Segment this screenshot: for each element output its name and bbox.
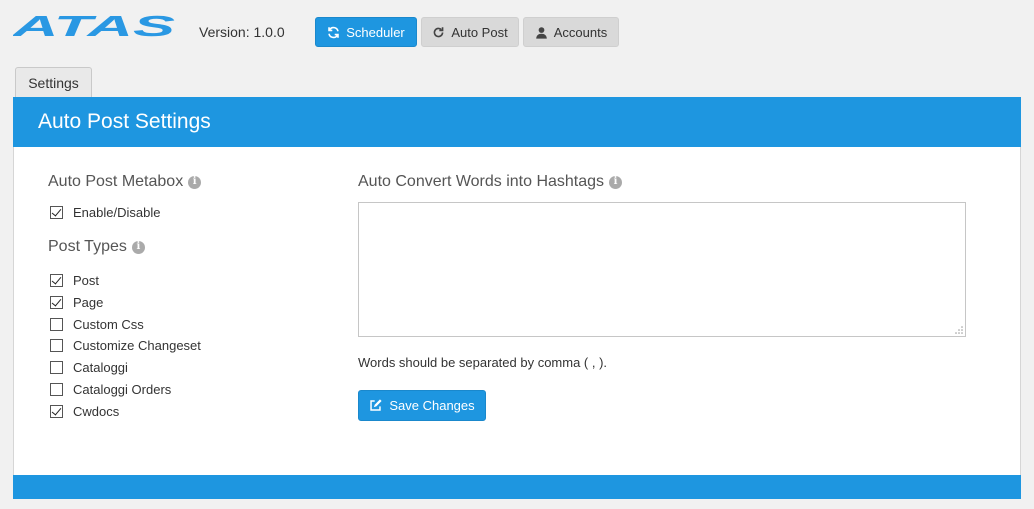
svg-text:ATAS: ATAS	[13, 14, 175, 38]
accounts-label: Accounts	[553, 24, 608, 40]
post-type-checkbox[interactable]	[50, 274, 63, 287]
refresh-icon	[328, 26, 339, 38]
enable-disable-label: Enable/Disable	[73, 205, 161, 220]
post-type-label: Post	[73, 273, 100, 288]
post-type-checkbox[interactable]	[50, 296, 63, 309]
edit-icon	[370, 399, 382, 411]
panel-footer	[13, 475, 1021, 499]
post-type-label: Cataloggi Orders	[73, 382, 172, 397]
atas-logo: ATAS	[13, 14, 175, 38]
hashtags-textarea[interactable]	[358, 202, 966, 337]
post-type-label: Customize Changeset	[73, 338, 201, 353]
hashtags-title: Auto Convert Words into Hashtags	[358, 173, 605, 190]
post-types-title: Post Types	[48, 238, 127, 255]
post-type-option[interactable]: Cataloggi Orders	[50, 382, 171, 397]
post-type-label: Cwdocs	[73, 404, 120, 419]
panel-header: Auto Post Settings	[13, 97, 1021, 147]
enable-disable-option[interactable]: Enable/Disable	[50, 205, 160, 220]
user-icon	[535, 26, 547, 39]
post-type-option[interactable]: Cataloggi	[50, 360, 128, 375]
info-icon[interactable]: i	[188, 175, 202, 189]
post-type-checkbox[interactable]	[50, 318, 63, 331]
post-type-label: Cataloggi	[73, 360, 128, 375]
resize-grip-icon[interactable]	[955, 326, 963, 334]
panel-title: Auto Post Settings	[38, 110, 211, 133]
save-changes-button[interactable]: Save Changes	[358, 390, 486, 421]
tab-settings[interactable]: Settings	[15, 67, 92, 98]
post-type-checkbox[interactable]	[50, 361, 63, 374]
post-type-option[interactable]: Cwdocs	[50, 404, 119, 419]
post-type-checkbox[interactable]	[50, 339, 63, 352]
post-type-option[interactable]: Custom Css	[50, 317, 144, 332]
version-label: Version: 1.0.0	[199, 24, 285, 40]
post-type-label: Page	[73, 295, 104, 310]
scheduler-button[interactable]: Scheduler	[315, 17, 417, 47]
scheduler-label: Scheduler	[346, 24, 405, 40]
hashtags-section-title: Auto Convert Words into Hashtags i	[358, 173, 623, 191]
hashtags-hint: Words should be separated by comma ( , )…	[358, 355, 608, 370]
post-types-section-title: Post Types i	[48, 238, 145, 256]
info-icon[interactable]: i	[609, 175, 623, 189]
metabox-section-title: Auto Post Metabox i	[48, 173, 202, 191]
metabox-title: Auto Post Metabox	[48, 173, 184, 190]
post-type-checkbox[interactable]	[50, 405, 63, 418]
post-type-label: Custom Css	[73, 317, 144, 332]
tab-settings-label: Settings	[28, 75, 79, 91]
settings-panel: Auto Post Settings Auto Post Metabox i E…	[13, 97, 1021, 499]
post-type-checkbox[interactable]	[50, 383, 63, 396]
post-type-option[interactable]: Post	[50, 273, 99, 288]
info-icon[interactable]: i	[131, 240, 145, 254]
auto-post-label: Auto Post	[451, 24, 508, 40]
save-changes-label: Save Changes	[389, 398, 475, 413]
post-type-option[interactable]: Page	[50, 295, 103, 310]
rotate-icon	[433, 26, 444, 37]
top-bar: ATAS Version: 1.0.0 Scheduler Auto Post …	[0, 0, 1034, 60]
accounts-button[interactable]: Accounts	[523, 17, 619, 47]
auto-post-button[interactable]: Auto Post	[421, 17, 519, 47]
enable-disable-checkbox[interactable]	[50, 206, 63, 219]
post-type-option[interactable]: Customize Changeset	[50, 338, 201, 353]
